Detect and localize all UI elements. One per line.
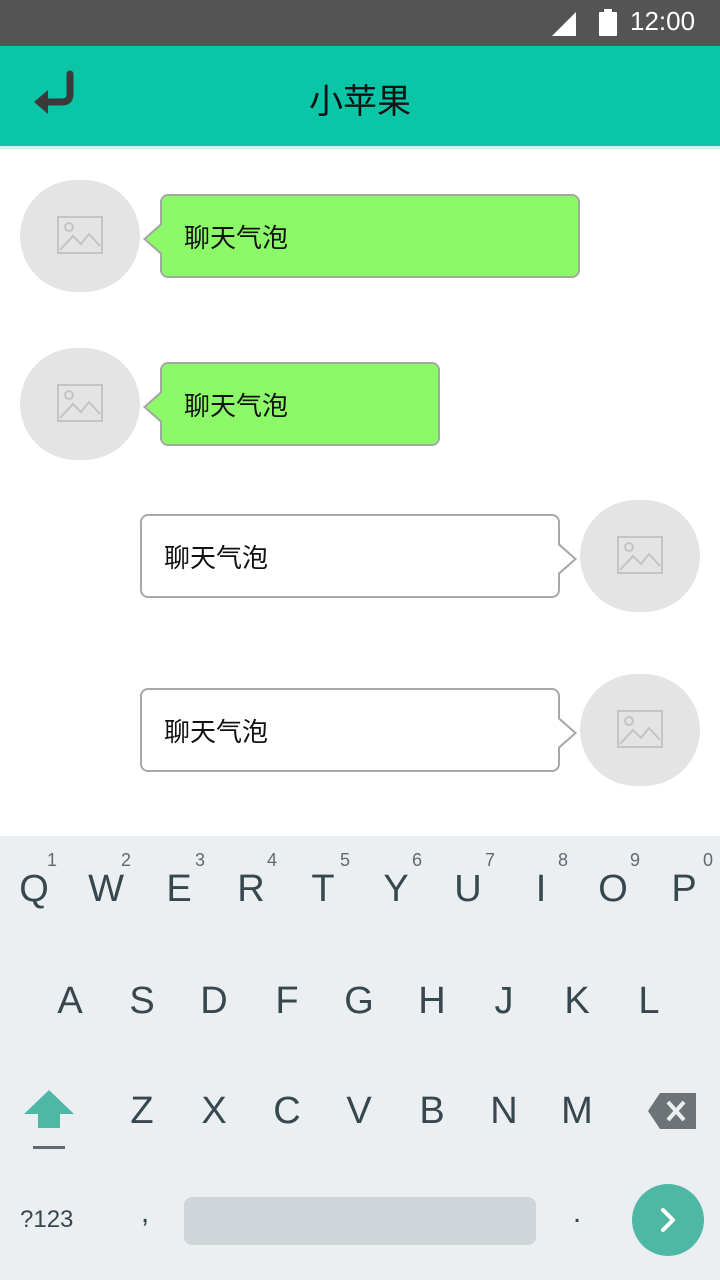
key-c[interactable]: C [251, 1070, 323, 1160]
comma-key[interactable]: , [120, 1196, 170, 1256]
key-label: F [275, 980, 299, 1022]
message-text: 聊天气泡 [164, 544, 269, 574]
signal-icon [552, 12, 576, 36]
key-l[interactable]: L [613, 960, 685, 1050]
key-g[interactable]: G [323, 960, 395, 1050]
key-label: T [311, 868, 335, 910]
key-label: E [166, 868, 192, 910]
message-text: 聊天气泡 [164, 718, 269, 748]
key-label: Z [130, 1090, 154, 1132]
enter-key[interactable] [632, 1184, 704, 1256]
key-label: I [535, 868, 547, 910]
key-label: D [200, 980, 228, 1022]
key-p[interactable]: 0 P [648, 848, 720, 938]
chat-list: 聊天气泡 聊天气泡 聊天气泡 聊天气泡 [0, 149, 720, 836]
key-t[interactable]: 5 T [287, 848, 359, 938]
key-label: L [638, 980, 660, 1022]
image-placeholder-icon [617, 536, 663, 574]
key-label: W [88, 868, 124, 910]
key-r[interactable]: 4 R [215, 848, 287, 938]
key-label: V [346, 1090, 372, 1132]
key-label: C [273, 1090, 301, 1132]
status-bar: 12:00 [0, 0, 720, 46]
my-avatar[interactable] [580, 500, 700, 612]
key-label: K [564, 980, 590, 1022]
image-placeholder-icon [57, 216, 103, 254]
message-bubble-received[interactable]: 聊天气泡 [143, 362, 440, 446]
key-label: Q [19, 868, 49, 910]
key-z[interactable]: Z [106, 1070, 178, 1160]
message-bubble-received[interactable]: 聊天气泡 [143, 194, 580, 278]
shift-arrow-icon [24, 1090, 74, 1149]
key-label: X [201, 1090, 227, 1132]
key-q[interactable]: 1 Q [0, 848, 70, 938]
key-u[interactable]: 7 U [432, 848, 504, 938]
key-f[interactable]: F [251, 960, 323, 1050]
key-i[interactable]: 8 I [505, 848, 577, 938]
key-label: A [57, 980, 83, 1022]
key-b[interactable]: B [396, 1070, 468, 1160]
key-j[interactable]: J [468, 960, 540, 1050]
key-x[interactable]: X [178, 1070, 250, 1160]
key-label: N [490, 1090, 518, 1132]
chevron-right-icon [661, 1208, 675, 1232]
shift-key[interactable] [14, 1076, 84, 1156]
battery-icon [599, 9, 617, 36]
period-key[interactable]: . [552, 1196, 602, 1256]
key-h[interactable]: H [396, 960, 468, 1050]
key-d[interactable]: D [178, 960, 250, 1050]
key-w[interactable]: 2 W [70, 848, 142, 938]
key-v[interactable]: V [323, 1070, 395, 1160]
key-label: R [237, 868, 265, 910]
key-label: O [598, 868, 628, 910]
image-placeholder-icon [617, 710, 663, 748]
backspace-icon [648, 1093, 696, 1129]
key-label: M [561, 1090, 593, 1132]
message-bubble-sent[interactable]: 聊天气泡 [140, 514, 577, 598]
key-k[interactable]: K [541, 960, 613, 1050]
key-label: B [419, 1090, 445, 1132]
key-y[interactable]: 6 Y [360, 848, 432, 938]
message-text: 聊天气泡 [184, 392, 289, 422]
message-text: 聊天气泡 [184, 224, 289, 254]
key-n[interactable]: N [468, 1070, 540, 1160]
chat-title: 小苹果 [309, 82, 411, 122]
key-label: Y [383, 868, 409, 910]
key-label: P [671, 868, 697, 910]
soft-keyboard: 1 Q 2 W 3 E 4 R 5 T 6 Y 7 U 8 I 9 O 0 P … [0, 836, 720, 1280]
symbols-key[interactable]: ?123 [10, 1196, 100, 1246]
contact-avatar[interactable] [20, 180, 140, 292]
key-a[interactable]: A [34, 960, 106, 1050]
backspace-key[interactable] [636, 1084, 706, 1138]
key-o[interactable]: 9 O [577, 848, 649, 938]
key-m[interactable]: M [541, 1070, 613, 1160]
key-label: U [454, 868, 482, 910]
key-s[interactable]: S [106, 960, 178, 1050]
image-placeholder-icon [57, 384, 103, 422]
message-bubble-sent[interactable]: 聊天气泡 [140, 688, 577, 772]
key-label: H [418, 980, 446, 1022]
app-bar: 小苹果 [0, 46, 720, 146]
key-label: G [344, 980, 374, 1022]
key-e[interactable]: 3 E [143, 848, 215, 938]
contact-avatar[interactable] [20, 348, 140, 460]
key-label: S [129, 980, 155, 1022]
key-label: J [494, 980, 514, 1022]
status-clock: 12:00 [630, 6, 696, 36]
my-avatar[interactable] [580, 674, 700, 786]
space-key[interactable] [184, 1197, 536, 1245]
